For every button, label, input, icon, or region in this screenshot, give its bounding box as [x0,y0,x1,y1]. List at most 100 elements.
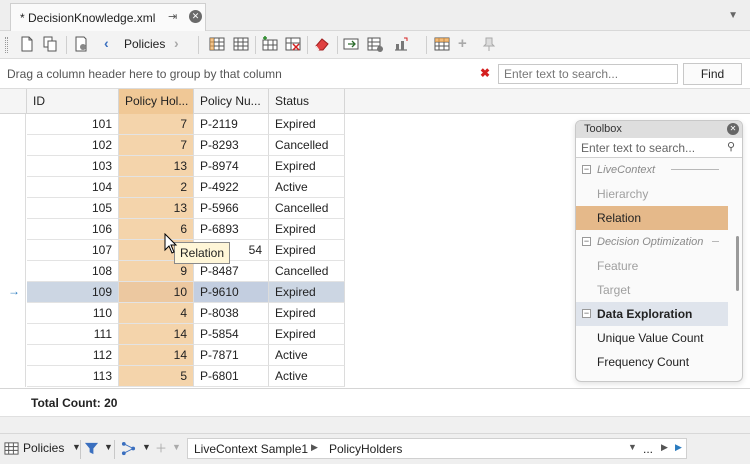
toolbox-group-data-exploration[interactable]: − Data Exploration [576,302,728,326]
add-row-icon[interactable] [262,36,278,52]
cell-id[interactable]: 105 [27,198,119,219]
cell-policy-holder[interactable]: 5 [119,366,194,387]
nav-label[interactable]: Policies [124,37,165,51]
cell-policy-number[interactable]: P-5854 [194,324,269,345]
column-header-status[interactable]: Status [269,89,345,114]
table-row[interactable]: 101 7 P-2119 Expired [0,114,345,135]
cell-status[interactable]: Cancelled [269,198,345,219]
chevron-down-icon[interactable]: ▼ [104,442,113,452]
cell-status[interactable]: Expired [269,114,345,135]
chevron-down-icon[interactable]: ▼ [142,442,151,452]
cell-status[interactable]: Expired [269,324,345,345]
toolbar-grip[interactable] [5,37,8,53]
cell-policy-number[interactable]: P-6893 [194,219,269,240]
cell-policy-number[interactable]: P-8487 [194,261,269,282]
copy-document-icon[interactable] [42,36,58,52]
collapse-icon[interactable]: − [582,165,591,174]
search-icon[interactable]: ⚲ [727,140,735,153]
cell-policy-holder[interactable]: 4 [119,303,194,324]
toolbox-item-unique-value-count[interactable]: Unique Value Count [576,326,728,350]
table-row[interactable]: 111 14 P-5854 Expired [0,324,345,345]
breadcrumb-item[interactable]: PolicyHolders [329,442,402,456]
cell-policy-number[interactable]: P-4922 [194,177,269,198]
tab-decisionknowledge[interactable]: * DecisionKnowledge.xml ⇥ ✕ [10,3,206,31]
cell-id[interactable]: 101 [27,114,119,135]
go-icon[interactable]: ▶ [675,442,682,453]
cell-status[interactable]: Active [269,177,345,198]
grid-orange-icon[interactable] [434,36,450,52]
new-document-icon[interactable] [19,36,35,52]
table-columns-icon[interactable] [233,36,249,52]
chevron-down-icon[interactable]: ▼ [172,442,181,452]
cell-policy-holder[interactable]: 13 [119,156,194,177]
column-header-policy-holder[interactable]: Policy Hol... [119,89,194,114]
cell-id[interactable]: 103 [27,156,119,177]
cell-policy-number[interactable]: P-8293 [194,135,269,156]
cell-policy-number[interactable]: P-7871 [194,345,269,366]
cell-status[interactable]: Cancelled [269,135,345,156]
chevron-down-icon[interactable]: ▼ [728,10,738,21]
cell-policy-holder[interactable]: 6 [119,219,194,240]
pin-icon[interactable]: ⇥ [168,10,177,23]
chevron-right-icon[interactable]: › [174,35,179,51]
row-indicator[interactable] [0,135,26,156]
export-icon[interactable] [343,36,359,52]
toolbox-item-feature[interactable]: Feature [576,254,728,278]
table-row[interactable]: 105 13 P-5966 Cancelled [0,198,345,219]
table-settings-icon[interactable] [367,36,383,52]
more-button[interactable]: ... [643,442,653,456]
chevron-down-icon[interactable]: ▼ [628,442,637,452]
cell-policy-holder[interactable]: 7 [119,114,194,135]
toolbox-item-frequency-count[interactable]: Frequency Count [576,350,728,374]
cell-status[interactable]: Expired [269,219,345,240]
cell-id[interactable]: 107 [27,240,119,261]
cell-status[interactable]: Expired [269,156,345,177]
hierarchy-icon[interactable] [121,441,136,456]
cell-id[interactable]: 113 [27,366,119,387]
row-indicator[interactable] [0,156,26,177]
cell-policy-number[interactable]: P-8974 [194,156,269,177]
row-indicator[interactable] [0,303,26,324]
table-row[interactable]: 113 5 P-6801 Active [0,366,345,387]
toolbox-header[interactable]: Toolbox ✕ [576,121,742,138]
cell-policy-holder[interactable]: 14 [119,345,194,366]
row-indicator[interactable] [0,345,26,366]
pin-disabled-icon[interactable] [481,36,497,52]
table-row[interactable]: 103 13 P-8974 Expired [0,156,345,177]
cell-status[interactable]: Active [269,345,345,366]
document-settings-icon[interactable] [73,36,89,52]
column-header-policy-number[interactable]: Policy Nu... [194,89,269,114]
cell-status[interactable]: Cancelled [269,261,345,282]
toolbox-item-relation[interactable]: Relation [576,206,728,230]
table-row[interactable]: → 109 10 P-9610 Expired [0,282,345,303]
cell-status[interactable]: Expired [269,240,345,261]
filter-icon[interactable] [84,441,99,456]
cell-id[interactable]: 110 [27,303,119,324]
cell-policy-holder[interactable]: 10 [119,282,194,303]
cell-policy-number[interactable]: P-9610 [194,282,269,303]
breadcrumb-item[interactable]: LiveContext Sample1 [194,442,308,456]
chevron-right-icon[interactable]: ▶ [661,442,668,453]
toolbox-item-hierarchy[interactable]: Hierarchy [576,182,728,206]
cell-policy-holder[interactable]: 9 [119,261,194,282]
eraser-icon[interactable] [314,36,330,52]
clear-search-icon[interactable]: ✖ [480,66,490,80]
toolbox-scrollbar[interactable] [736,236,739,291]
plus-icon[interactable]: + [458,35,467,52]
cell-policy-number[interactable]: P-5966 [194,198,269,219]
close-icon[interactable]: ✕ [727,123,739,135]
cell-status[interactable]: Active [269,366,345,387]
chart-icon[interactable] [393,36,409,52]
cell-id[interactable]: 111 [27,324,119,345]
collapse-icon[interactable]: − [582,237,591,246]
cell-id[interactable]: 112 [27,345,119,366]
cell-status[interactable]: Expired [269,303,345,324]
horizontal-scrollbar[interactable] [0,416,750,433]
chevron-left-icon[interactable]: ‹ [104,35,109,51]
view-selector-label[interactable]: Policies [23,441,64,455]
cell-id[interactable]: 102 [27,135,119,156]
close-icon[interactable]: ✕ [189,10,202,23]
cell-policy-holder[interactable]: 7 [119,135,194,156]
cell-policy-number[interactable]: P-6801 [194,366,269,387]
collapse-icon[interactable]: − [582,309,591,318]
